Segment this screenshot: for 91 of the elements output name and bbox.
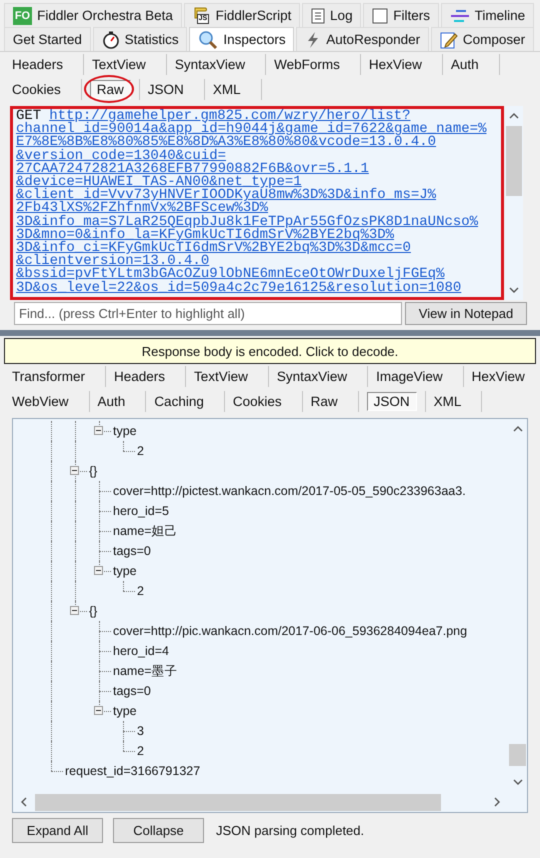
- tree-node[interactable]: hero_id=4: [111, 641, 169, 661]
- request-url-line[interactable]: 2Fb43lXS%2FZhfnmVx%2BFScew%3D%: [16, 202, 268, 216]
- request-tab[interactable]: WebForms: [266, 56, 360, 73]
- response-tab[interactable]: XML: [426, 393, 482, 410]
- main-tab[interactable]: Timeline: [440, 3, 534, 27]
- status-text: JSON parsing completed.: [216, 822, 364, 838]
- stopwatch-icon: [102, 30, 120, 48]
- request-tab[interactable]: Raw: [90, 80, 131, 99]
- main-tab[interactable]: Inspectors: [189, 27, 294, 51]
- tree-action-button[interactable]: Expand All: [12, 818, 103, 842]
- response-tab[interactable]: HexView: [464, 368, 540, 385]
- checkbox-icon: [372, 8, 388, 24]
- request-url-line[interactable]: 3D&info_ci=KFyGmkUcTI6dmSrV%2BYE2bq%3D%3D&mcc=0: [16, 242, 411, 256]
- request-url-line[interactable]: 3D&info_ma=S7LaR25QEqpbJu8k1FeTPpAr55GfOzsPK8D1naUNcso%: [16, 216, 478, 229]
- main-tab[interactable]: Composer: [430, 27, 534, 51]
- request-tab[interactable]: TextView: [84, 56, 166, 73]
- scrollbar-thumb[interactable]: [509, 744, 526, 766]
- collapse-toggle-icon[interactable]: [70, 606, 79, 615]
- collapse-toggle-icon[interactable]: [94, 566, 103, 575]
- response-tab[interactable]: Auth: [90, 393, 146, 410]
- request-url-line[interactable]: 3D&os_level=22&os_id=509a4c2c79e16125&resolution=1080: [16, 282, 462, 295]
- scroll-up-chevron-icon[interactable]: [512, 426, 522, 432]
- scrollbar-thumb[interactable]: [506, 126, 522, 196]
- request-url-line[interactable]: &device=HUAWEI_TAS-AN00&net_type=1: [16, 176, 302, 190]
- collapse-toggle-icon[interactable]: [94, 426, 103, 435]
- response-tab[interactable]: Cookies: [224, 393, 302, 410]
- response-tab[interactable]: SyntaxView: [268, 368, 368, 385]
- request-url-line[interactable]: &client_id=Vvv73yHNVErIOODKyaU8mw%3D%3D&info_ms=J%: [16, 189, 436, 202]
- request-tab[interactable]: XML: [204, 81, 261, 98]
- tree-node[interactable]: name=墨子: [111, 661, 178, 681]
- main-tab[interactable]: AutoResponder: [296, 27, 429, 51]
- tree-node[interactable]: type: [111, 561, 137, 581]
- main-tab[interactable]: Get Started: [4, 27, 91, 51]
- notepad-pencil-icon: [440, 30, 458, 48]
- timeline-icon: [450, 8, 470, 22]
- main-tab[interactable]: Statistics: [92, 27, 188, 51]
- request-url-line[interactable]: E7%8E%8B%E8%80%85%E8%8D%A3%E8%80%80&vcode=13.0.4.0: [16, 136, 436, 150]
- main-tab[interactable]: Log: [302, 3, 362, 27]
- tree-node[interactable]: tags=0: [111, 681, 151, 701]
- view-in-notepad-button[interactable]: View in Notepad: [405, 302, 527, 325]
- request-url-line[interactable]: http://gamehelper.gm825.com/wzry/hero/list?: [49, 110, 410, 124]
- response-tab[interactable]: TextView: [186, 368, 268, 385]
- tree-node[interactable]: type: [111, 421, 137, 441]
- tree-node[interactable]: cover=http://pictest.wankacn.com/2017-05-05_590c233963aa3.: [111, 481, 466, 501]
- response-tab[interactable]: WebView: [4, 393, 89, 410]
- decode-notice-bar[interactable]: Response body is encoded. Click to decode.: [4, 338, 536, 364]
- tree-node[interactable]: 3: [135, 721, 144, 741]
- request-tab[interactable]: Cookies: [4, 81, 81, 98]
- response-tab[interactable]: JSON: [366, 392, 417, 411]
- request-tab[interactable]: HexView: [360, 56, 442, 73]
- tree-node[interactable]: name=妲己: [111, 521, 178, 541]
- response-tab[interactable]: Raw: [302, 393, 358, 410]
- scroll-left-chevron-icon[interactable]: [21, 797, 27, 807]
- response-tab[interactable]: Transformer: [4, 368, 106, 385]
- tree-node[interactable]: 2: [135, 441, 144, 461]
- tree-node[interactable]: {}: [87, 601, 98, 621]
- scroll-down-chevron-icon[interactable]: [509, 287, 519, 293]
- request-tab[interactable]: SyntaxView: [166, 56, 266, 73]
- tree-node[interactable]: 2: [135, 741, 144, 761]
- main-tab[interactable]: FO Fiddler Orchestra Beta: [4, 3, 182, 27]
- collapse-toggle-icon[interactable]: [70, 466, 79, 475]
- document-icon: [311, 8, 326, 24]
- main-tab[interactable]: Filters: [363, 3, 439, 27]
- request-tab[interactable]: JSON: [140, 81, 204, 98]
- http-method-text: GET: [16, 110, 42, 124]
- tree-action-button[interactable]: Collapse: [113, 818, 204, 842]
- tree-node[interactable]: tags=0: [111, 541, 151, 561]
- scrollbar-thumb[interactable]: [35, 794, 441, 810]
- request-tab[interactable]: Auth: [442, 56, 499, 73]
- tree-node[interactable]: request_id=3166791327: [63, 761, 200, 781]
- response-tab[interactable]: Headers: [106, 368, 186, 385]
- request-url-line[interactable]: &version_code=13040&cuid=: [16, 150, 226, 163]
- tree-node[interactable]: type: [111, 701, 137, 721]
- tree-node[interactable]: 2: [135, 581, 144, 601]
- request-url-line[interactable]: 3D&mno=0&info_la=KFyGmkUcTI6dmSrV%2BYE2bq%3D%: [16, 228, 394, 242]
- scroll-down-chevron-icon[interactable]: [512, 779, 522, 785]
- orchestra-logo-icon: FO: [12, 6, 32, 24]
- collapse-toggle-icon[interactable]: [94, 706, 103, 715]
- response-tab[interactable]: ImageView: [368, 368, 463, 385]
- tree-node[interactable]: {}: [87, 461, 98, 481]
- find-field[interactable]: Find... (press Ctrl+Enter to highlight all): [14, 302, 402, 325]
- magnifier-icon: [198, 30, 218, 50]
- tree-node[interactable]: cover=http://pic.wankacn.com/2017-06-06_5936284094ea7.png: [111, 621, 468, 641]
- scroll-right-chevron-icon[interactable]: [494, 797, 500, 807]
- scroll-up-chevron-icon[interactable]: [509, 113, 519, 119]
- tree-node[interactable]: hero_id=5: [111, 501, 169, 521]
- request-url-line[interactable]: &bssid=pvFtYLtm3bGAcOZu9lObNE6mnEceOtOWrDuxeljFGEq%: [16, 268, 444, 282]
- request-url-line[interactable]: channel_id=90014a&app_id=h9044j&game_id=7622&game_name=%: [16, 123, 486, 136]
- response-tab[interactable]: Caching: [146, 393, 224, 410]
- request-tab[interactable]: Headers: [4, 56, 84, 73]
- vertical-scrollbar[interactable]: [505, 106, 523, 300]
